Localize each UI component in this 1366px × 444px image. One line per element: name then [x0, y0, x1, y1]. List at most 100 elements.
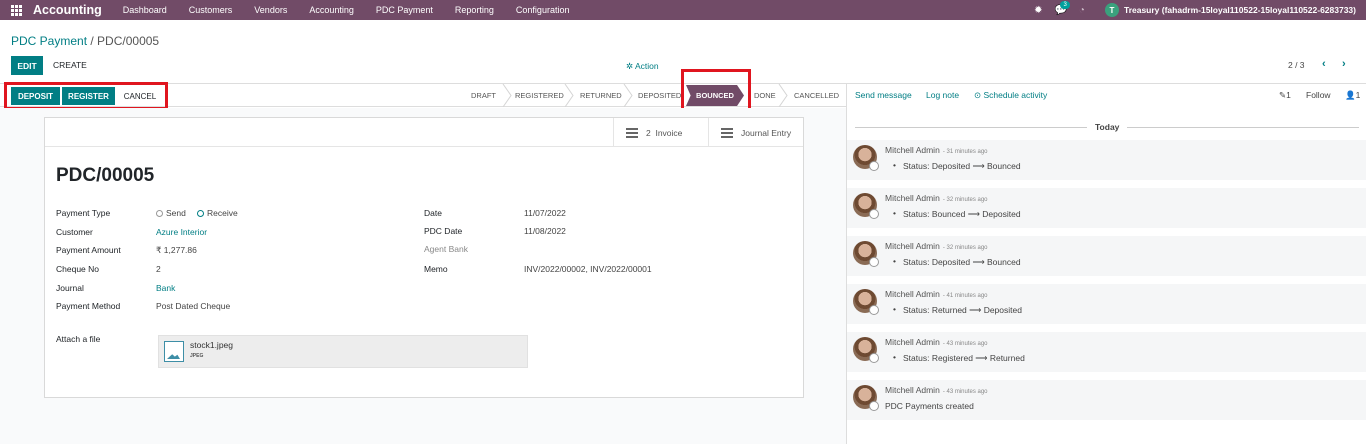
pager-previous-icon[interactable]: ‹	[1322, 58, 1326, 70]
payment-type-receive[interactable]: Receive	[197, 208, 238, 218]
navbar-systray: ✹ 💬 3 ◔ T Treasury (fahadrm-15loyal110522…	[1034, 0, 1366, 20]
record-title: PDC/00005	[56, 165, 155, 186]
attachments-count[interactable]: ✎1	[1279, 90, 1291, 101]
follow-button[interactable]: Follow	[1306, 90, 1331, 100]
author-avatar[interactable]	[853, 337, 879, 363]
journal-label: Journal	[56, 283, 84, 293]
payment-method-label: Payment Method	[56, 301, 121, 311]
nav-dashboard[interactable]: Dashboard	[112, 5, 178, 15]
pdc-date-value: 11/08/2022	[524, 226, 566, 236]
nav-customers[interactable]: Customers	[178, 5, 244, 15]
message-author[interactable]: Mitchell Admin	[885, 145, 940, 155]
payment-amount-label: Payment Amount	[56, 245, 121, 255]
message-body: PDC Payments created	[885, 401, 974, 411]
author-avatar[interactable]	[853, 193, 879, 219]
messages-badge: 3	[1060, 0, 1070, 9]
chatter-message: Mitchell Admin- 32 minutes ago Status: B…	[847, 188, 1366, 228]
radio-send-icon[interactable]	[156, 210, 163, 218]
nav-configuration[interactable]: Configuration	[505, 5, 581, 15]
payment-method-value: Post Dated Cheque	[156, 301, 231, 311]
message-author[interactable]: Mitchell Admin	[885, 289, 940, 299]
author-avatar[interactable]	[853, 289, 879, 315]
radio-receive-icon[interactable]	[197, 210, 204, 218]
date-value: 11/07/2022	[524, 208, 566, 218]
journal-value[interactable]: Bank	[156, 283, 175, 293]
nav-pdc-payment[interactable]: PDC Payment	[365, 5, 444, 15]
today-label: Today	[1095, 122, 1120, 132]
stage-separator-icon	[502, 84, 512, 107]
smart-button-box: 2 Invoice Journal Entry	[45, 118, 803, 147]
message-time: - 32 minutes ago	[942, 245, 988, 251]
message-body: Status: Bounced ⟶ Deposited	[893, 208, 1021, 220]
pager-value[interactable]: 2 / 3	[1288, 60, 1305, 70]
date-label: Date	[424, 208, 442, 218]
stage-draft[interactable]: DRAFT	[471, 91, 496, 100]
log-note-button[interactable]: Log note	[926, 90, 959, 100]
chatter-message: Mitchell Admin- 31 minutes ago Status: D…	[847, 140, 1366, 180]
message-body: Status: Registered ⟶ Returned	[893, 352, 1025, 364]
cheque-no-label: Cheque No	[56, 264, 100, 274]
breadcrumb: PDC Payment / PDC/00005	[11, 34, 159, 48]
pager-next-icon[interactable]: ›	[1342, 58, 1346, 70]
stage-registered[interactable]: REGISTERED	[515, 91, 564, 100]
breadcrumb-separator: /	[87, 34, 98, 48]
message-body: Status: Deposited ⟶ Bounced	[893, 160, 1021, 172]
payment-type-send[interactable]: Send	[156, 208, 186, 218]
message-author[interactable]: Mitchell Admin	[885, 385, 940, 395]
nav-reporting[interactable]: Reporting	[444, 5, 505, 15]
stage-separator-icon	[778, 84, 788, 107]
memo-value: INV/2022/00002, INV/2022/00001	[524, 264, 652, 274]
messages-icon[interactable]: 💬 3	[1054, 0, 1070, 16]
message-body: Status: Returned ⟶ Deposited	[893, 304, 1022, 316]
memo-label: Memo	[424, 264, 448, 274]
customer-value[interactable]: Azure Interior	[156, 227, 207, 237]
image-file-icon	[164, 341, 184, 362]
activity-clock-icon[interactable]: ◔	[1079, 5, 1085, 16]
invoice-smart-button[interactable]: 2 Invoice	[613, 118, 708, 147]
message-author[interactable]: Mitchell Admin	[885, 241, 940, 251]
app-brand[interactable]: Accounting	[33, 3, 102, 17]
create-button[interactable]: CREATE	[53, 60, 87, 70]
stage-cancelled[interactable]: CANCELLED	[794, 91, 839, 100]
journal-entry-smart-button[interactable]: Journal Entry	[708, 118, 803, 147]
nav-vendors[interactable]: Vendors	[243, 5, 298, 15]
author-avatar[interactable]	[853, 145, 879, 171]
message-author[interactable]: Mitchell Admin	[885, 337, 940, 347]
stage-returned[interactable]: RETURNED	[580, 91, 622, 100]
stage-separator-icon	[623, 84, 633, 107]
message-time: - 41 minutes ago	[942, 293, 988, 299]
stage-done[interactable]: DONE	[754, 91, 776, 100]
cheque-no-value: 2	[156, 264, 161, 274]
author-avatar[interactable]	[853, 241, 879, 267]
bug-icon[interactable]: ✹	[1034, 5, 1042, 16]
message-time: - 43 minutes ago	[942, 341, 988, 347]
pdc-date-label: PDC Date	[424, 226, 463, 236]
payment-amount-value: ₹ 1,277.86	[156, 245, 197, 255]
payment-type-label: Payment Type	[56, 208, 111, 218]
message-time: - 32 minutes ago	[942, 197, 988, 203]
attachment-card[interactable]: stock1.jpeg JPEG	[158, 335, 528, 368]
breadcrumb-parent[interactable]: PDC Payment	[11, 34, 87, 48]
nav-accounting[interactable]: Accounting	[298, 5, 365, 15]
message-author[interactable]: Mitchell Admin	[885, 193, 940, 203]
form-sheet: 2 Invoice Journal Entry PDC/00005 Paymen…	[44, 117, 804, 398]
list-icon	[721, 127, 733, 138]
company-name[interactable]: Treasury (fahadrm-15loyal110522-15loyal1…	[1124, 5, 1356, 15]
stage-deposited[interactable]: DEPOSITED	[638, 91, 681, 100]
followers-count[interactable]: 👤1	[1345, 90, 1360, 101]
header-buttons-highlight	[4, 82, 168, 110]
attachment-name[interactable]: stock1.jpeg	[190, 340, 233, 350]
author-avatar[interactable]	[853, 385, 879, 411]
invoice-count: 2	[646, 127, 651, 138]
apps-menu-icon[interactable]	[11, 4, 22, 16]
send-message-button[interactable]: Send message	[855, 90, 912, 100]
chatter-message: Mitchell Admin- 41 minutes ago Status: R…	[847, 284, 1366, 324]
breadcrumb-current: PDC/00005	[97, 34, 160, 48]
chatter-message: Mitchell Admin- 32 minutes ago Status: D…	[847, 236, 1366, 276]
invoice-label: Invoice	[655, 127, 683, 138]
schedule-activity-button[interactable]: ⊙ Schedule activity	[974, 90, 1047, 101]
user-avatar[interactable]: T	[1104, 3, 1119, 17]
journal-entry-label: Journal Entry	[741, 127, 792, 138]
edit-button[interactable]: EDIT	[11, 56, 43, 75]
action-menu[interactable]: ✲ Action	[626, 61, 659, 72]
